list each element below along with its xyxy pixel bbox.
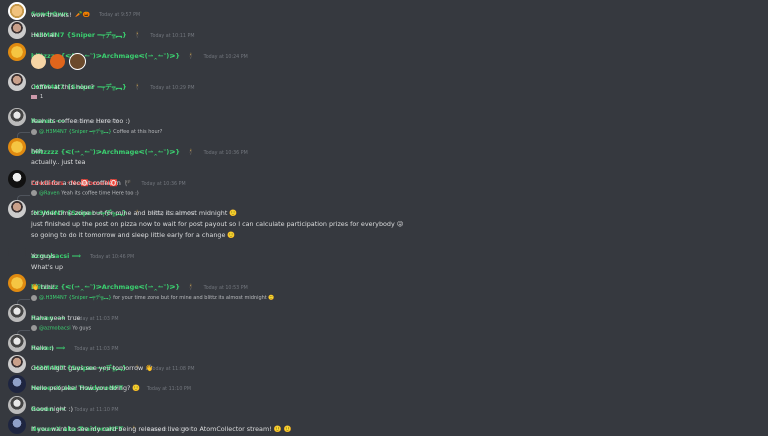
avatar[interactable]	[8, 396, 26, 414]
avatar[interactable]	[8, 416, 26, 434]
reply-preview[interactable]: @azmobacsi Yo guys	[31, 325, 91, 332]
avatar[interactable]	[8, 304, 26, 322]
reaction-count: 1	[40, 94, 44, 100]
timestamp[interactable]: Today at 10:29 PM	[150, 86, 194, 91]
message-text: If you want to see my card being release…	[31, 425, 292, 433]
username[interactable]: blitzzzz {ᕙ(⇀‸↼‶)ᕗArchmageᕙ(⇀‸↼‶)ᕗ}	[31, 148, 180, 156]
big-emoji-row	[31, 53, 88, 70]
reply-username: @.H3M4N7 {Sniper ━╤デ╦︻}	[39, 129, 112, 135]
message-text: for your time zone but for mine and blit…	[31, 209, 238, 217]
avatar[interactable]	[8, 138, 26, 156]
message-text: so going to do it tomorrow and sleep lit…	[31, 231, 236, 239]
avatar[interactable]	[8, 334, 26, 352]
message-text: Coffee at this hour?	[31, 83, 94, 91]
avatar	[31, 325, 37, 331]
avatar[interactable]	[8, 274, 26, 292]
badge: 🏴	[124, 180, 133, 187]
message-text: 👋 hihi!	[31, 283, 56, 291]
reply-text: Yeah its coffee time Here too :)	[61, 190, 139, 197]
message-text: wow thanks!	[31, 11, 72, 19]
avatar[interactable]	[8, 2, 26, 20]
badge: 🥕🎃	[75, 11, 90, 18]
reply-username: @Raven	[39, 190, 60, 197]
avatar[interactable]	[8, 355, 26, 373]
reply-text: Yo guys	[72, 325, 92, 332]
avatar	[31, 128, 37, 135]
timestamp[interactable]: Today at 11:10 PM	[74, 408, 118, 413]
badge: 🕴	[187, 149, 195, 156]
avatar[interactable]	[8, 108, 26, 126]
timestamp[interactable]: Today at 10:53 PM	[204, 286, 248, 291]
message-text: Yeah its coffee time Here too :)	[31, 117, 131, 125]
timestamp[interactable]: Today at 10:46 PM	[90, 255, 134, 260]
reply-text: Coffee at this hour?	[113, 129, 163, 135]
reply-preview[interactable]: @.H3M4N7 {Sniper ━╤デ╦︻} Coffee at this h…	[31, 128, 162, 135]
message-text: Haha yeah true	[31, 314, 81, 322]
message-text: actually.. just tea	[31, 158, 86, 166]
avatar[interactable]	[8, 73, 26, 91]
reply-username: @azmobacsi	[39, 325, 71, 332]
message-text: Good night :)	[31, 405, 73, 413]
timestamp[interactable]: Today at 9:57 PM	[99, 13, 140, 18]
badge: 🕴	[187, 53, 195, 60]
timestamp[interactable]: Today at 11:03 PM	[74, 347, 118, 352]
avatar	[31, 294, 37, 301]
avatar	[31, 190, 37, 196]
message-text: heh	[31, 147, 44, 155]
message-text: just finished up the post on pizza now t…	[31, 220, 404, 228]
avatar[interactable]	[8, 170, 26, 188]
badge: 🕴	[133, 32, 142, 39]
message-text: Hello :)	[31, 344, 54, 352]
avatar[interactable]	[8, 375, 26, 393]
message-text: Hello all	[31, 31, 57, 39]
reaction-emoji-icon	[31, 94, 37, 99]
timestamp[interactable]: Today at 10:24 PM	[204, 55, 248, 60]
fire-emoji-icon	[50, 54, 66, 69]
message-text: What's up	[31, 263, 64, 271]
avatar[interactable]	[8, 43, 26, 61]
wave-emoji-icon	[31, 54, 46, 69]
coffee-emoji-icon	[69, 53, 87, 70]
avatar[interactable]	[8, 243, 26, 261]
reaction[interactable]: 1	[31, 94, 43, 104]
timestamp[interactable]: Today at 11:08 PM	[150, 367, 194, 372]
timestamp[interactable]: Today at 10:36 PM	[204, 151, 248, 156]
timestamp[interactable]: Today at 10:11 PM	[150, 34, 194, 39]
avatar[interactable]	[8, 200, 26, 218]
reply-preview[interactable]: @Raven Yeah its coffee time Here too :)	[31, 190, 139, 197]
reply-text: for your time zone but for mine and blit…	[113, 295, 275, 301]
message-text: Yo guys	[31, 252, 56, 260]
message-text: Hello peoplee! How you doing? 🙂	[31, 384, 141, 392]
message-text: I'd kill for a decent coffee rn	[31, 179, 121, 187]
badge: 🕴	[133, 84, 142, 91]
message-text: Good night guys see you tomorrow 👋	[31, 364, 154, 372]
badge: 🕴	[187, 284, 195, 291]
reply-preview[interactable]: @.H3M4N7 {Sniper ━╤デ╦︻} for your time zo…	[31, 294, 275, 301]
chat-messages: Sundr0wn 🥕🎃 Today at 9:57 PM wow thanks!…	[0, 0, 768, 436]
timestamp[interactable]: Today at 10:36 PM	[141, 182, 185, 187]
reply-username: @.H3M4N7 {Sniper ━╤デ╦︻}	[39, 295, 112, 301]
timestamp[interactable]: Today at 11:10 PM	[147, 387, 191, 392]
avatar[interactable]	[8, 21, 26, 39]
